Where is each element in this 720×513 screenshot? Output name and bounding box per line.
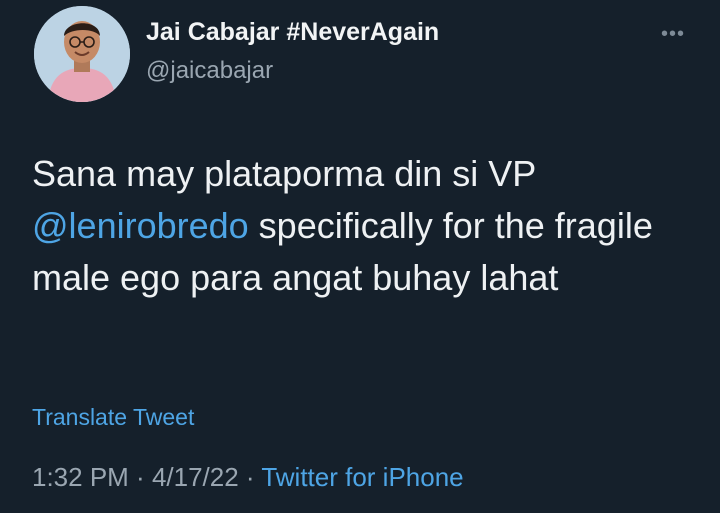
avatar-image: [34, 6, 130, 102]
tweet-date[interactable]: 4/17/22: [152, 462, 239, 492]
author-display-name[interactable]: Jai Cabajar #NeverAgain: [146, 18, 439, 47]
more-options-icon[interactable]: •••: [655, 24, 691, 44]
tweet-source-link[interactable]: Twitter for iPhone: [261, 462, 463, 492]
avatar[interactable]: [34, 6, 130, 102]
tweet-time[interactable]: 1:32 PM: [32, 462, 129, 492]
author-handle[interactable]: @jaicabajar: [146, 57, 273, 85]
tweet-metadata: 1:32 PM · 4/17/22 · Twitter for iPhone: [32, 462, 464, 493]
tweet-text-line1: Sana may plataporma din si VP: [32, 153, 537, 194]
tweet-card: Jai Cabajar #NeverAgain @jaicabajar ••• …: [0, 0, 720, 513]
meta-separator: ·: [128, 462, 152, 492]
translate-tweet-link[interactable]: Translate Tweet: [32, 404, 194, 431]
meta-separator: ·: [238, 462, 262, 492]
tweet-text: Sana may plataporma din si VP @lenirobre…: [32, 148, 692, 304]
mention-link[interactable]: @lenirobredo: [32, 205, 249, 246]
